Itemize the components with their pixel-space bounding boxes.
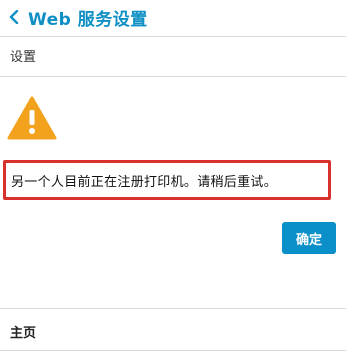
header-bar: Web 服务设置 — [0, 0, 346, 36]
back-button[interactable] — [6, 6, 22, 28]
alert-message-box: 另一个人目前正在注册打印机。请稍后重试。 — [3, 160, 331, 200]
footer-divider — [0, 308, 346, 309]
header-divider — [0, 36, 346, 37]
section-label-settings: 设置 — [10, 50, 37, 65]
alert-message: 另一个人目前正在注册打印机。请稍后重试。 — [11, 174, 278, 190]
section-divider — [0, 76, 346, 77]
ok-button[interactable]: 确定 — [282, 222, 336, 254]
bottom-divider — [0, 350, 346, 351]
page-title: Web 服务设置 — [28, 10, 148, 30]
home-link[interactable]: 主页 — [10, 322, 36, 341]
warning-triangle-icon — [7, 96, 57, 140]
chevron-left-icon — [9, 10, 19, 24]
